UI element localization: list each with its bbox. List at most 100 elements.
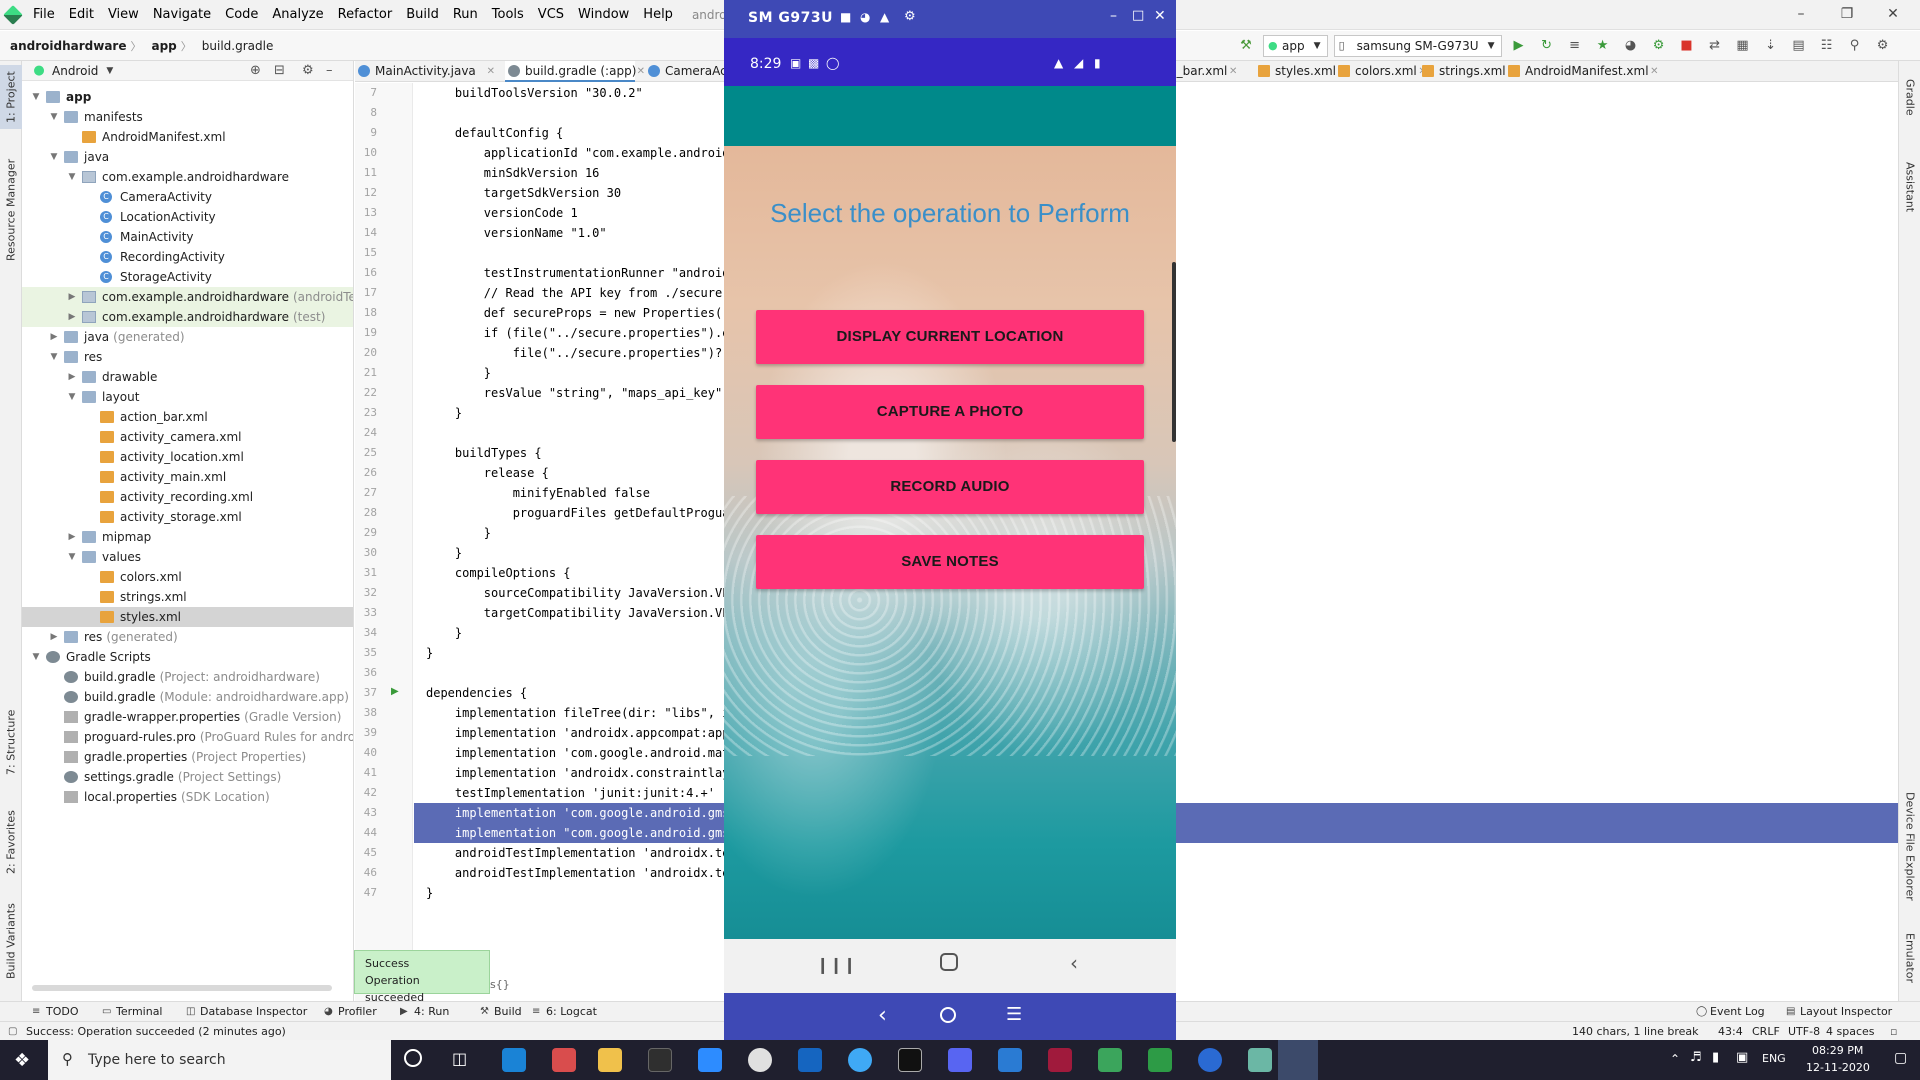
store-icon[interactable] [648, 1048, 672, 1072]
tree-item[interactable]: ▶ drawable [22, 367, 353, 387]
menu-item-build[interactable]: Build [399, 0, 446, 30]
profiler-tool[interactable]: ◕ Profiler [322, 1002, 377, 1022]
chrome-icon[interactable] [748, 1048, 772, 1072]
locate-icon[interactable]: ⊕ [250, 63, 261, 78]
taskbar-search[interactable]: ⚲ Type here to search [48, 1040, 391, 1080]
maximize-button[interactable]: ❐ [1824, 0, 1870, 30]
tree-item[interactable]: activity_main.xml [22, 467, 353, 487]
close-button[interactable]: ✕ [1870, 0, 1916, 30]
cortana-icon[interactable] [404, 1049, 422, 1067]
tree-item[interactable]: activity_storage.xml [22, 507, 353, 527]
apply-changes-icon[interactable]: ↻ [1538, 37, 1556, 55]
tree-item[interactable]: AndroidManifest.xml [22, 127, 353, 147]
menu-item-refactor[interactable]: Refactor [331, 0, 400, 30]
chevron-down-icon[interactable]: ▼ [30, 87, 42, 107]
display-location-button[interactable]: DISPLAY CURRENT LOCATION [756, 310, 1144, 364]
tab-resource-manager[interactable]: Resource Manager [0, 155, 22, 265]
tree-item[interactable]: activity_location.xml [22, 447, 353, 467]
tab-project[interactable]: 1: Project [0, 65, 22, 129]
tree-item[interactable]: C LocationActivity [22, 207, 353, 227]
menu-item-navigate[interactable]: Navigate [146, 0, 218, 30]
tree-item[interactable]: ▼ Gradle Scripts [22, 647, 353, 667]
editor-tab[interactable]: MainActivity.java ✕ [355, 61, 495, 82]
chevron-down-icon[interactable]: ▼ [106, 66, 113, 76]
menu-item-analyze[interactable]: Analyze [265, 0, 330, 30]
notes-icon[interactable] [1248, 1048, 1272, 1072]
back-icon[interactable]: ‹ [1070, 951, 1078, 975]
emulator-menu-icon[interactable]: ☰ [1006, 1004, 1022, 1025]
tree-item[interactable]: activity_camera.xml [22, 427, 353, 447]
hide-panel-icon[interactable]: – [326, 63, 333, 78]
layout-inspector-tool[interactable]: ▤ Layout Inspector [1784, 1002, 1892, 1022]
chevron-up-icon[interactable]: ⌃ [1670, 1052, 1680, 1066]
todo-tool[interactable]: ≡ TODO [30, 1002, 79, 1022]
project-view-select[interactable]: Android [52, 64, 98, 78]
chevron-right-icon[interactable]: ▶ [66, 527, 78, 547]
menu-item-tools[interactable]: Tools [485, 0, 531, 30]
chevron-right-icon[interactable]: ▶ [66, 307, 78, 327]
apply-code-changes-icon[interactable]: ≡ [1566, 37, 1584, 55]
profile-icon[interactable]: ◕ [1622, 37, 1640, 55]
stop-icon[interactable]: ■ [1678, 37, 1696, 55]
editor-tab[interactable]: colors.xml✕ [1335, 61, 1427, 82]
event-log-tool[interactable]: ◯ Event Log [1694, 1002, 1765, 1022]
emulator-close-button[interactable]: ✕ [1154, 8, 1166, 24]
breadcrumb-module[interactable]: app [141, 39, 180, 53]
record-audio-button[interactable]: RECORD AUDIO [756, 460, 1144, 514]
horizontal-scrollbar[interactable] [32, 985, 332, 991]
gear-icon[interactable]: ⚙ [302, 63, 314, 78]
settings-icon[interactable]: ⚙ [1874, 37, 1892, 55]
tree-item[interactable]: gradle.properties (Project Properties) [22, 747, 353, 767]
network-icon[interactable]: ▣ [1736, 1050, 1748, 1065]
hammer-icon[interactable]: ⚒ [1237, 37, 1255, 55]
logcat-tool[interactable]: ≡ 6: Logcat [530, 1002, 597, 1022]
run-config-select[interactable]: ● app ▼ [1263, 35, 1328, 57]
home-icon[interactable] [940, 953, 958, 971]
windows-start-icon[interactable]: ❖ [14, 1050, 30, 1071]
tree-item[interactable]: ▶ res (generated) [22, 627, 353, 647]
save-notes-button[interactable]: SAVE NOTES [756, 535, 1144, 589]
terminal-tool[interactable]: ▭ Terminal [100, 1002, 163, 1022]
tree-item[interactable]: local.properties (SDK Location) [22, 787, 353, 807]
menu-item-view[interactable]: View [101, 0, 146, 30]
tree-item[interactable]: ▼ java [22, 147, 353, 167]
breadcrumb-file[interactable]: build.gradle [192, 39, 278, 53]
close-tab-icon[interactable]: ✕ [1229, 61, 1237, 82]
emulator-maximize-button[interactable]: □ [1132, 8, 1144, 23]
app-circle-icon[interactable] [1198, 1048, 1222, 1072]
emulator-back-icon[interactable]: ‹ [878, 1003, 887, 1028]
emulator-home-icon[interactable] [940, 1007, 956, 1023]
tree-item[interactable]: ▶ java (generated) [22, 327, 353, 347]
task-view-icon[interactable]: ◫ [452, 1049, 467, 1068]
run-tool[interactable]: ▶ 4: Run [398, 1002, 449, 1022]
editor-tab[interactable]: build.gradle (:app) ✕ [505, 61, 645, 82]
edge-icon[interactable] [502, 1048, 526, 1072]
indent-setting[interactable]: 4 spaces [1826, 1022, 1875, 1041]
chevron-down-icon[interactable]: ▼ [48, 107, 60, 127]
editor-tab[interactable]: AndroidManifest.xml ✕ [1505, 61, 1659, 82]
tree-item[interactable]: action_bar.xml [22, 407, 353, 427]
search-icon[interactable]: ⚲ [1846, 37, 1864, 55]
tree-item[interactable]: colors.xml [22, 567, 353, 587]
emulator-task-icon[interactable] [1278, 1040, 1318, 1080]
tree-item[interactable]: ▼ manifests [22, 107, 353, 127]
editor-tab[interactable]: CameraAc [645, 61, 727, 82]
editor-tab[interactable]: styles.xml✕ [1255, 61, 1346, 82]
tree-item[interactable]: ▼ com.example.androidhardware [22, 167, 353, 187]
debug-icon[interactable]: ★ [1594, 37, 1612, 55]
tree-item[interactable]: ▶ com.example.androidhardware(androidTest… [22, 287, 353, 307]
layout-inspector-icon[interactable]: ▤ [1790, 37, 1808, 55]
gear-icon[interactable]: ⚙ [904, 9, 916, 24]
close-tab-icon[interactable]: ✕ [1650, 61, 1658, 82]
menu-item-run[interactable]: Run [446, 0, 485, 30]
notification-center-icon[interactable]: ▢ [1894, 1050, 1907, 1066]
close-tab-icon[interactable]: ✕ [487, 61, 495, 82]
sdk-manager-icon[interactable]: ⇣ [1762, 37, 1780, 55]
close-tab-icon[interactable]: ✕ [637, 61, 645, 82]
tree-item[interactable]: settings.gradle (Project Settings) [22, 767, 353, 787]
tab-structure[interactable]: 7: Structure [0, 701, 22, 783]
run-icon[interactable]: ▶ [1510, 37, 1528, 55]
run-gutter-icon[interactable]: ▶ [391, 686, 399, 697]
emulator-minimize-button[interactable]: – [1110, 8, 1117, 24]
app-icon[interactable] [552, 1048, 576, 1072]
